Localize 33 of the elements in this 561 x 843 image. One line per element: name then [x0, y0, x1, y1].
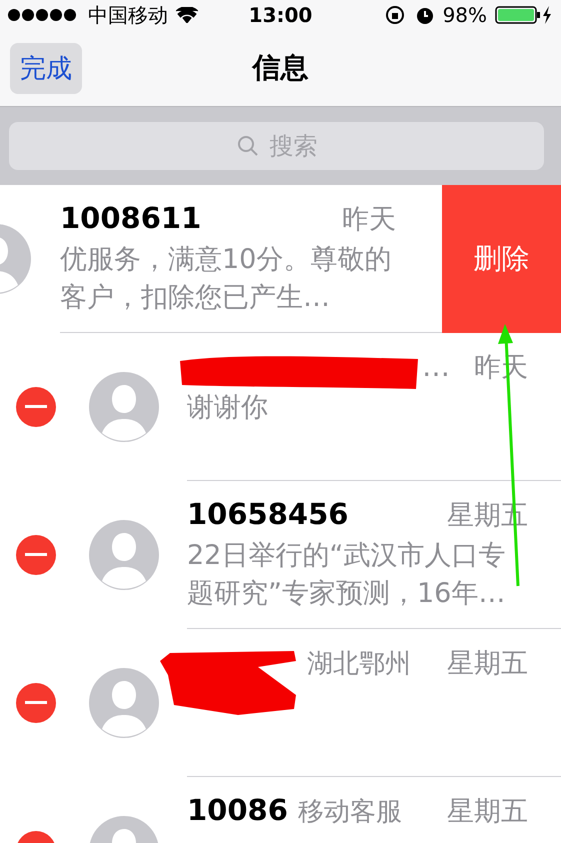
- search-field[interactable]: 搜索: [9, 122, 544, 170]
- delete-toggle-button[interactable]: [16, 387, 56, 427]
- avatar-icon: [88, 667, 160, 739]
- message-time: 星期五: [447, 795, 528, 829]
- minus-icon: [25, 405, 47, 409]
- search-icon: [236, 134, 260, 158]
- rotation-lock-icon: [384, 5, 407, 25]
- delete-button[interactable]: 删除: [442, 185, 561, 333]
- delete-toggle-button[interactable]: [16, 535, 56, 575]
- contact-name: …: [422, 350, 450, 383]
- contact-name: 湖北鄂州: [307, 648, 411, 681]
- delete-toggle-button[interactable]: [16, 683, 56, 723]
- contact-name: 1008611: [60, 201, 202, 235]
- contact-label: 移动客服: [298, 796, 402, 829]
- message-preview: 22日举行的“武汉市人口专题研究”专家预测，16年…: [187, 539, 506, 611]
- clock-time: 13:00: [248, 3, 312, 27]
- avatar-icon: [88, 519, 160, 591]
- message-preview: 谢谢你: [187, 391, 269, 425]
- avatar-icon: [88, 371, 160, 443]
- alarm-icon: [414, 5, 435, 25]
- battery-charging-icon: [495, 5, 554, 25]
- contact-name: 10658456: [187, 497, 348, 531]
- minus-icon: [25, 553, 47, 557]
- message-time: 昨天: [342, 203, 396, 237]
- message-time: 星期五: [447, 647, 528, 681]
- carrier-name: 中国移动: [88, 2, 168, 28]
- contact-name: 10086: [187, 793, 288, 827]
- battery-percent: 98%: [442, 3, 488, 27]
- message-preview: 优服务，满意10分。尊敬的客户，扣除您已产生…: [60, 243, 392, 315]
- minus-icon: [25, 701, 47, 705]
- done-button[interactable]: 完成: [10, 42, 82, 94]
- screen-title: 信息: [252, 51, 308, 84]
- wifi-icon: [176, 7, 198, 23]
